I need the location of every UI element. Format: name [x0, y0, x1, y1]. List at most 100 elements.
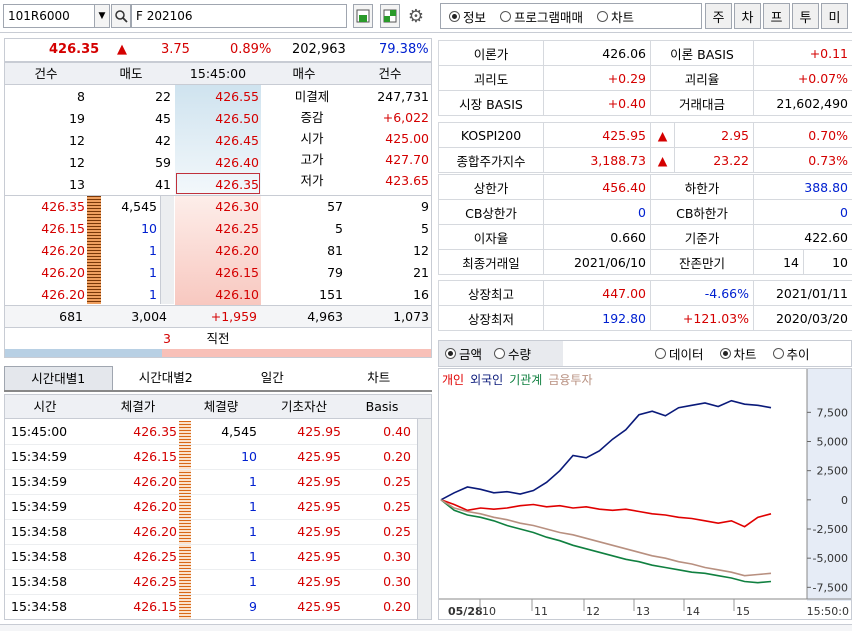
ask-price: 426.40 [215, 155, 259, 170]
listing-label: 상장최고 [438, 280, 544, 306]
info-label: 괴리도 [438, 65, 544, 91]
tick-qty: 1 [149, 287, 157, 302]
ob-info-value: 247,731 [377, 89, 429, 104]
days-remaining-2: 10 [803, 249, 852, 275]
trade-time: 15:34:58 [11, 599, 68, 614]
trade-basis: 0.20 [383, 599, 411, 614]
ask-price: 426.55 [215, 89, 259, 104]
ask-qty: 59 [155, 155, 171, 170]
ob-header: 매수 [292, 66, 316, 81]
trade-qty: 9 [249, 599, 257, 614]
up-arrow-icon: ▲ [650, 122, 675, 148]
info-value: +0.29 [543, 65, 651, 91]
listing-price: 447.00 [543, 280, 651, 306]
info-value: 426.06 [543, 40, 651, 66]
scrollbar[interactable] [417, 419, 431, 619]
row-divider [5, 594, 417, 595]
tick-qty: 1 [149, 243, 157, 258]
tick-qty: 4,545 [121, 199, 157, 214]
trade-time: 15:34:58 [11, 524, 68, 539]
layout-button[interactable] [380, 4, 400, 28]
ask-price: 426.45 [215, 133, 259, 148]
chevron-down-icon[interactable]: ▼ [94, 5, 109, 27]
ask-count: 19 [69, 111, 85, 126]
status-strip [0, 624, 852, 631]
radio-chart-view[interactable]: 차트 [719, 344, 757, 363]
chart-toggle-button[interactable] [353, 4, 373, 28]
y-tick-label: 2,500 [817, 465, 849, 478]
radio-program-trading[interactable]: 프로그램매매 [500, 7, 583, 26]
ob-total: 1,073 [393, 309, 429, 324]
index-value: 3,188.73 [543, 147, 651, 173]
trade-price: 426.20 [133, 499, 177, 514]
bid-qty: 81 [327, 243, 343, 258]
bid-price: 426.30 [215, 199, 259, 214]
series-line-3 [440, 499, 772, 577]
ask-count: 12 [69, 133, 85, 148]
index-value: 425.95 [543, 122, 651, 148]
tab-time1[interactable]: 시간대별1 [4, 366, 113, 390]
ask-qty: 42 [155, 133, 171, 148]
change-rate: 0.89% [230, 42, 272, 57]
trade-base: 425.95 [297, 599, 341, 614]
radio-info[interactable]: 정보 [449, 7, 486, 26]
ask-price: 426.35 [215, 177, 259, 192]
ob-info-value: 425.00 [385, 131, 429, 146]
trade-basis: 0.20 [383, 449, 411, 464]
y-tick-label: 0 [841, 494, 848, 507]
radio-amount[interactable]: 금액 [445, 344, 482, 363]
change: 3.75 [161, 42, 190, 57]
radio-trend[interactable]: 추이 [772, 344, 810, 363]
info-value: 2021/06/10 [543, 249, 651, 275]
trade-time: 15:34:59 [11, 449, 68, 464]
info-label: 이론 BASIS [650, 40, 754, 66]
tab-diff[interactable]: 차 [734, 3, 761, 29]
settings-button[interactable]: ⚙ [406, 4, 426, 28]
trade-header: 체결량 [203, 399, 239, 414]
radio-data[interactable]: 데이터 [655, 344, 704, 363]
tab-open-interest[interactable]: 미 [821, 3, 848, 29]
name-field[interactable]: F 202106 [131, 4, 347, 28]
radio-quantity[interactable]: 수량 [494, 344, 531, 363]
trade-header: 기초자산 [280, 399, 327, 414]
code-input[interactable]: 101R6000 ▼ [3, 4, 110, 28]
listing-rate: -4.66% [650, 280, 754, 306]
x-tick-label: 11 [534, 605, 548, 618]
tab-investor[interactable]: 투 [792, 3, 819, 29]
order-book: 건수 매도 15:45:00 매수 건수 8 22 426.55 19 45 426.50 12 42 4… [4, 62, 432, 358]
x-tick-label: 12 [586, 605, 600, 618]
search-button[interactable] [111, 4, 131, 28]
time-tabs: 시간대별1 시간대별2 일간 차트 [4, 366, 432, 392]
tab-daily[interactable]: 일간 [219, 366, 326, 390]
radio-chart[interactable]: 차트 [597, 7, 634, 26]
up-arrow-icon: ▲ [650, 147, 675, 173]
bar-chart-icon [356, 9, 370, 23]
last-label: 직전 [206, 331, 230, 346]
tab-chart[interactable]: 차트 [326, 366, 433, 390]
trade-basis: 0.30 [383, 549, 411, 564]
tick-qty: 1 [149, 265, 157, 280]
tab-stock[interactable]: 주 [705, 3, 732, 29]
info-label: 기준가 [650, 224, 754, 250]
index-change: 23.22 [674, 147, 754, 173]
volume-ratio: 79.38% [379, 42, 429, 57]
bid-price: 426.10 [215, 287, 259, 302]
layout-icon [383, 9, 397, 23]
bid-count: 21 [413, 265, 429, 280]
ob-header: 15:45:00 [189, 66, 247, 81]
info-value: +0.07% [753, 65, 852, 91]
ob-info-label: 시가 [300, 131, 324, 146]
trade-basis: 0.40 [383, 424, 411, 439]
ob-header: 건수 [34, 66, 58, 81]
tab-time2[interactable]: 시간대별2 [113, 366, 220, 390]
tab-program[interactable]: 프 [763, 3, 790, 29]
trade-base: 425.95 [297, 449, 341, 464]
index-rate: 0.73% [753, 147, 852, 173]
ob-total: 681 [59, 309, 83, 324]
up-arrow-icon: ▲ [117, 42, 127, 57]
trade-price: 426.20 [133, 524, 177, 539]
investor-chart: 개인 외국인 기관계 금융투자 7,500 5,000 2,500 0 -2,500 -5… [438, 368, 852, 620]
trade-basis: 0.25 [383, 499, 411, 514]
info-label: 시장 BASIS [438, 90, 544, 116]
trade-qty: 1 [249, 549, 257, 564]
